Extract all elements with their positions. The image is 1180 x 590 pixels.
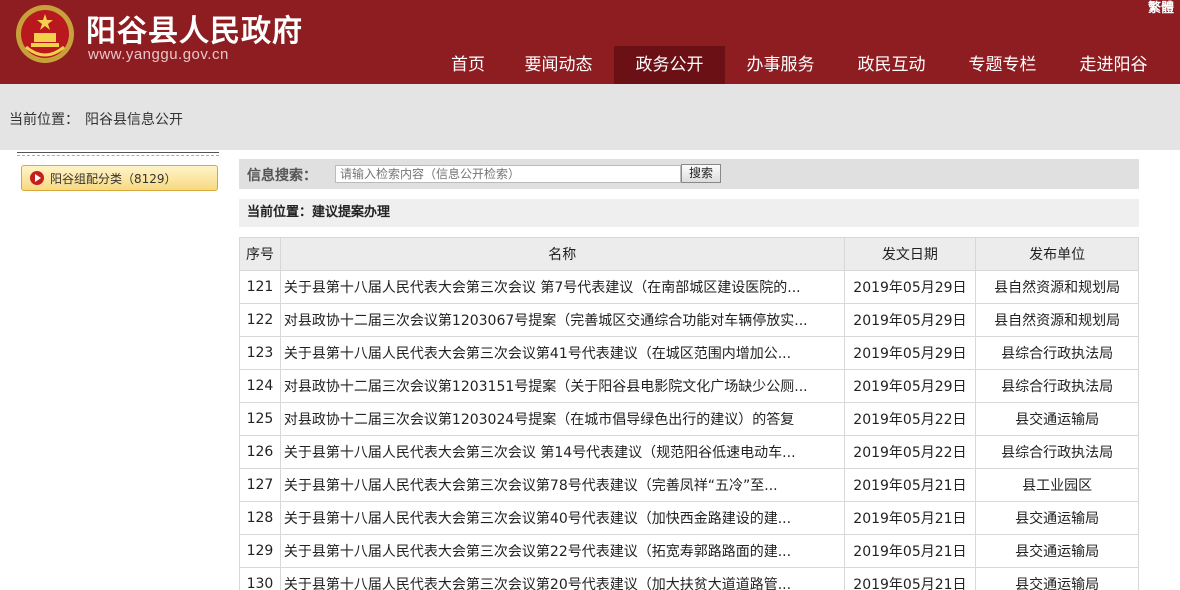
row-unit: 县交通运输局 — [975, 534, 1139, 568]
table-header-row: 序号 名称 发文日期 发布单位 — [239, 237, 1139, 271]
search-label: 信息搜索： — [247, 168, 317, 184]
row-unit: 县综合行政执法局 — [975, 336, 1139, 370]
main-nav: 首页 要闻动态 政务公开 办事服务 政民互动 专题专栏 走进阳谷 — [433, 46, 1169, 84]
document-table: 序号 名称 发文日期 发布单位 121 关于县第十八届人民代表大会第三次会议 第7… — [239, 237, 1139, 590]
row-title-link[interactable]: 对县政协十二届三次会议第1203067号提案（完善城区交通综合功能对车辆停放实.… — [279, 303, 845, 337]
table-row: 122 对县政协十二届三次会议第1203067号提案（完善城区交通综合功能对车辆停… — [239, 303, 1139, 337]
table-row: 125 对县政协十二届三次会议第1203024号提案（在城市倡导绿色出行的建议）的… — [239, 402, 1139, 436]
col-header-date: 发文日期 — [843, 237, 977, 271]
row-no: 126 — [239, 435, 281, 469]
traditional-chinese-link[interactable]: 繁體 — [1148, 0, 1174, 16]
section-breadcrumb: 当前位置：建议提案办理 — [239, 199, 1139, 227]
table-row: 130 关于县第十八届人民代表大会第三次会议第20号代表建议（加大扶贫大道道路管.… — [239, 567, 1139, 590]
row-unit: 县工业园区 — [975, 468, 1139, 502]
row-title-link[interactable]: 关于县第十八届人民代表大会第三次会议第20号代表建议（加大扶贫大道道路管... — [279, 567, 845, 590]
table-row: 124 对县政协十二届三次会议第1203151号提案（关于阳谷县电影院文化广场缺少… — [239, 369, 1139, 403]
row-title-link[interactable]: 关于县第十八届人民代表大会第三次会议第40号代表建议（加快西金路建设的建... — [279, 501, 845, 535]
category-button-label: 阳谷组配分类（8129） — [50, 171, 177, 186]
row-title-link[interactable]: 关于县第十八届人民代表大会第三次会议第22号代表建议（拓宽寿郭路路面的建... — [279, 534, 845, 568]
row-date: 2019年05月21日 — [843, 468, 977, 502]
row-no: 130 — [239, 567, 281, 590]
row-unit: 县综合行政执法局 — [975, 369, 1139, 403]
row-unit: 县综合行政执法局 — [975, 435, 1139, 469]
row-no: 124 — [239, 369, 281, 403]
row-unit: 县自然资源和规划局 — [975, 303, 1139, 337]
row-no: 128 — [239, 501, 281, 535]
play-icon — [30, 171, 44, 185]
sidebar: 阳谷组配分类（8129） — [17, 150, 221, 191]
search-button[interactable]: 搜索 — [681, 164, 721, 183]
table-row: 128 关于县第十八届人民代表大会第三次会议第40号代表建议（加快西金路建设的建.… — [239, 501, 1139, 535]
row-title-link[interactable]: 对县政协十二届三次会议第1203151号提案（关于阳谷县电影院文化广场缺少公厕.… — [279, 369, 845, 403]
table-row: 126 关于县第十八届人民代表大会第三次会议 第14号代表建议（规范阳谷低速电动车… — [239, 435, 1139, 469]
row-title-link[interactable]: 关于县第十八届人民代表大会第三次会议第41号代表建议（在城区范围内增加公... — [279, 336, 845, 370]
nav-about[interactable]: 走进阳谷 — [1058, 46, 1169, 84]
sidebar-divider — [17, 152, 219, 156]
site-header: 阳谷县人民政府 www.yanggu.gov.cn 繁體 首页 要闻动态 政务公… — [0, 0, 1180, 84]
row-no: 129 — [239, 534, 281, 568]
col-header-name: 名称 — [279, 237, 845, 271]
nav-home[interactable]: 首页 — [433, 46, 503, 84]
nav-services[interactable]: 办事服务 — [725, 46, 836, 84]
row-no: 127 — [239, 468, 281, 502]
col-header-no: 序号 — [239, 237, 281, 271]
row-title-link[interactable]: 关于县第十八届人民代表大会第三次会议 第7号代表建议（在南部城区建设医院的... — [279, 270, 845, 304]
row-unit: 县交通运输局 — [975, 402, 1139, 436]
search-bar: 信息搜索： 搜索 — [239, 159, 1139, 189]
row-unit: 县交通运输局 — [975, 501, 1139, 535]
row-no: 122 — [239, 303, 281, 337]
row-title-link[interactable]: 关于县第十八届人民代表大会第三次会议第78号代表建议（完善凤祥“五冷”至... — [279, 468, 845, 502]
row-date: 2019年05月29日 — [843, 303, 977, 337]
breadcrumb-bar: 当前位置： 阳谷县信息公开 — [0, 84, 1180, 150]
site-title[interactable]: 阳谷县人民政府 — [86, 6, 303, 50]
row-date: 2019年05月21日 — [843, 501, 977, 535]
row-date: 2019年05月29日 — [843, 336, 977, 370]
row-no: 121 — [239, 270, 281, 304]
search-input[interactable] — [335, 165, 681, 183]
table-row: 129 关于县第十八届人民代表大会第三次会议第22号代表建议（拓宽寿郭路路面的建.… — [239, 534, 1139, 568]
row-no: 123 — [239, 336, 281, 370]
row-date: 2019年05月29日 — [843, 369, 977, 403]
breadcrumb-link[interactable]: 阳谷县信息公开 — [85, 112, 183, 128]
nav-gov-affairs[interactable]: 政务公开 — [614, 46, 725, 84]
row-title-link[interactable]: 对县政协十二届三次会议第1203024号提案（在城市倡导绿色出行的建议）的答复 — [279, 402, 845, 436]
nav-interaction[interactable]: 政民互动 — [836, 46, 947, 84]
row-date: 2019年05月22日 — [843, 435, 977, 469]
table-row: 121 关于县第十八届人民代表大会第三次会议 第7号代表建议（在南部城区建设医院的… — [239, 270, 1139, 304]
row-title-link[interactable]: 关于县第十八届人民代表大会第三次会议 第14号代表建议（规范阳谷低速电动车... — [279, 435, 845, 469]
nav-topics[interactable]: 专题专栏 — [947, 46, 1058, 84]
table-row: 127 关于县第十八届人民代表大会第三次会议第78号代表建议（完善凤祥“五冷”至.… — [239, 468, 1139, 502]
national-emblem-icon[interactable] — [14, 3, 76, 65]
nav-news[interactable]: 要闻动态 — [503, 46, 614, 84]
row-date: 2019年05月22日 — [843, 402, 977, 436]
site-url: www.yanggu.gov.cn — [88, 46, 229, 63]
row-unit: 县自然资源和规划局 — [975, 270, 1139, 304]
col-header-unit: 发布单位 — [975, 237, 1139, 271]
row-date: 2019年05月21日 — [843, 567, 977, 590]
row-date: 2019年05月29日 — [843, 270, 977, 304]
row-no: 125 — [239, 402, 281, 436]
breadcrumb: 当前位置： 阳谷县信息公开 — [9, 109, 189, 129]
breadcrumb-label: 当前位置： — [9, 112, 79, 128]
row-date: 2019年05月21日 — [843, 534, 977, 568]
row-unit: 县交通运输局 — [975, 567, 1139, 590]
table-row: 123 关于县第十八届人民代表大会第三次会议第41号代表建议（在城区范围内增加公.… — [239, 336, 1139, 370]
category-button[interactable]: 阳谷组配分类（8129） — [21, 165, 218, 191]
